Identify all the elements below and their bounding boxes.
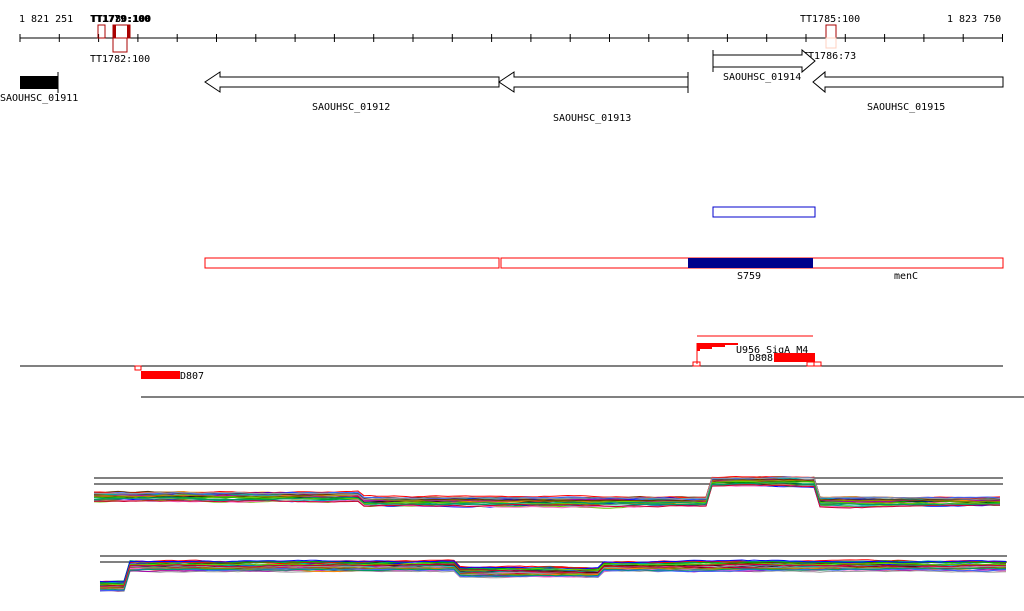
terminator-tt1785[interactable]	[825, 24, 837, 39]
terminator-mark	[127, 25, 130, 38]
terminator-mark	[113, 25, 116, 38]
s759-label: S759	[737, 271, 761, 282]
ruler-end: 1 823 750	[947, 14, 1001, 25]
sigma-promoter-icon[interactable]	[697, 343, 738, 351]
gene-saouhsc-01912[interactable]	[204, 71, 500, 93]
terminator-tt1782[interactable]	[112, 37, 128, 53]
ruler-start: 1 821 251	[19, 14, 73, 25]
gene-label-01912: SAOUHSC_01912	[312, 102, 390, 113]
gene-label-01914: SAOUHSC_01914	[723, 72, 801, 83]
terminator-label-tt1780: TT1780:100	[91, 14, 151, 25]
gene-saouhsc-01911[interactable]	[20, 76, 58, 89]
ruler	[19, 34, 1003, 42]
expression-panel-1	[93, 475, 1003, 509]
terminator-tt1786[interactable]	[825, 37, 837, 49]
transcript-box[interactable]	[712, 206, 816, 218]
genome-browser: 1 821 251 1 823 750 TT1779:100 TT1780:10…	[0, 14, 1024, 592]
gene-label-01915: SAOUHSC_01915	[867, 102, 945, 113]
gene-saouhsc-01914[interactable]	[712, 48, 816, 74]
gene-label-01911: SAOUHSC_01911	[0, 93, 78, 104]
expression-panel-2	[99, 555, 1007, 592]
terminator-label-tt1785: TT1785:100	[800, 14, 860, 25]
terminator-label-tt1782: TT1782:100	[90, 54, 150, 65]
gene-saouhsc-01913[interactable]	[498, 71, 689, 93]
gene-saouhsc-01915[interactable]	[812, 70, 1004, 94]
s759-feature[interactable]	[688, 258, 813, 268]
d807-label: D807	[180, 371, 204, 382]
operon-segment[interactable]	[204, 257, 500, 269]
d808-feature[interactable]	[774, 353, 815, 362]
d807-feature[interactable]	[141, 371, 180, 379]
gene-label-01913: SAOUHSC_01913	[553, 113, 631, 124]
d808-label: D808	[749, 353, 773, 364]
menc-label: menC	[894, 271, 918, 282]
